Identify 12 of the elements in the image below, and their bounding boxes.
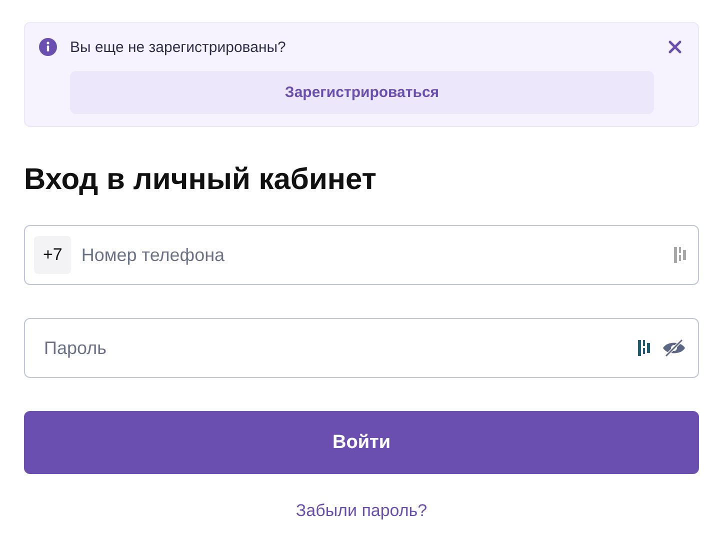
hidden-eye-icon[interactable]	[662, 339, 686, 357]
page-title: Вход в личный кабинет	[24, 162, 378, 198]
country-code: +7	[34, 236, 72, 274]
close-icon[interactable]	[668, 40, 682, 54]
info-icon	[39, 38, 57, 56]
notice-message: Вы еще не зарегистрированы?	[70, 38, 287, 56]
forgot-password-link[interactable]: Забыли пароль?	[296, 501, 428, 520]
login-button[interactable]: Войти	[24, 411, 699, 474]
input-field[interactable]: Пароль	[24, 318, 699, 378]
input-field[interactable]: +7 Номер телефона	[24, 225, 699, 285]
register-button[interactable]: Зарегистрироваться	[70, 71, 654, 114]
password-manager-icon[interactable]	[638, 339, 650, 357]
